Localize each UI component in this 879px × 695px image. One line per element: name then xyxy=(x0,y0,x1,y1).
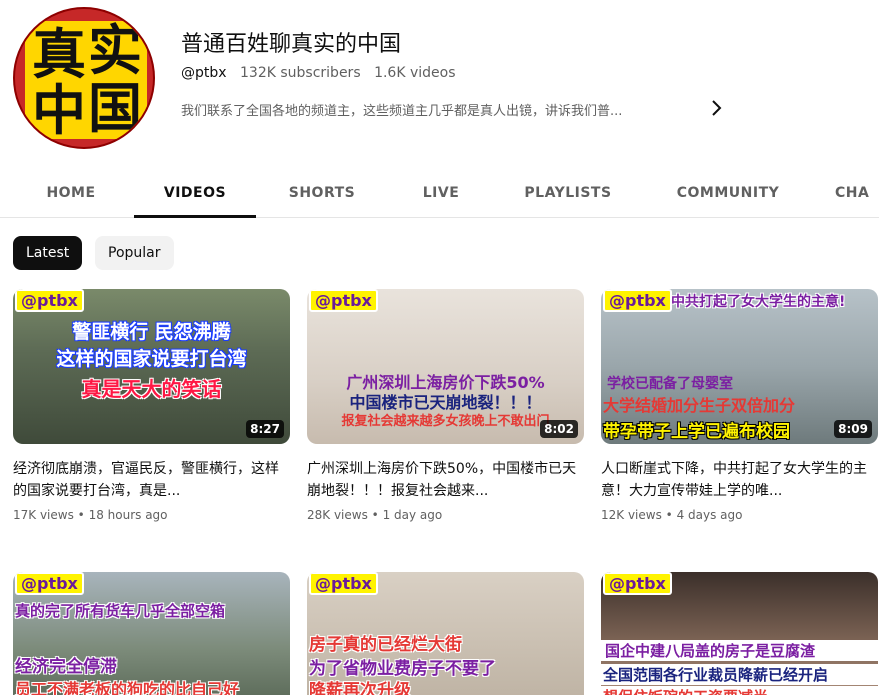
video-stats: 28K views • 1 day ago xyxy=(307,508,443,522)
thumbnail-text: 降薪再次升级 xyxy=(309,681,411,695)
channel-tabs: HOME VIDEOS SHORTS LIVE PLAYLISTS COMMUN… xyxy=(0,168,879,218)
channel-name: 普通百姓聊真实的中国 xyxy=(181,32,402,57)
subscriber-count: 132K subscribers xyxy=(240,65,361,81)
thumbnail-text: 员工不满老板的狗吃的比自己好 xyxy=(15,680,240,695)
video-count: 1.6K videos xyxy=(374,65,456,81)
video-card[interactable]: @ptbx 房子真的已经烂大街 为了省物业费房子不要了 降薪再次升级 xyxy=(307,572,585,695)
tab-shorts[interactable]: SHORTS xyxy=(276,168,368,218)
avatar-char: 真 xyxy=(32,23,86,86)
thumbnail-tag: @ptbx xyxy=(603,289,672,312)
channel-meta: @ptbx 132K subscribers 1.6K videos xyxy=(181,65,465,81)
tab-live[interactable]: LIVE xyxy=(409,168,473,218)
thumbnail-tag: @ptbx xyxy=(15,289,84,312)
thumbnail-text: 学校已配备了母婴室 xyxy=(607,376,733,392)
thumbnail-tag: @ptbx xyxy=(309,289,378,312)
video-thumbnail[interactable]: @ptbx 真的完了所有货车几乎全部空箱 经济完全停滞 员工不满老板的狗吃的比自… xyxy=(13,572,290,695)
view-count: 28K views xyxy=(307,508,368,522)
chip-popular[interactable]: Popular xyxy=(95,236,174,270)
video-title[interactable]: 人口断崖式下降，中共打起了女大学生的主意！大力宣传带娃上学的唯... xyxy=(601,458,879,502)
video-thumbnail[interactable]: @ptbx 中共打起了女大学生的主意! 学校已配备了母婴室 大学结婚加分生子双倍… xyxy=(601,289,878,444)
video-card[interactable]: @ptbx 广州深圳上海房价下跌50% 中国楼市已天崩地裂！！！ 报复社会越来越… xyxy=(307,289,585,522)
tab-playlists[interactable]: PLAYLISTS xyxy=(512,168,624,218)
thumbnail-text: 经济完全停滞 xyxy=(15,657,117,677)
thumbnail-text: 国企中建八局盖的房子是豆腐渣 xyxy=(601,640,878,661)
video-thumbnail[interactable]: @ptbx 广州深圳上海房价下跌50% 中国楼市已天崩地裂！！！ 报复社会越来越… xyxy=(307,289,584,444)
thumbnail-text: 这样的国家说要打台湾 xyxy=(56,348,247,370)
video-thumbnail[interactable]: @ptbx 警匪横行 民怨沸腾 这样的国家说要打台湾 真是天大的笑话 8:27 xyxy=(13,289,290,444)
video-card[interactable]: @ptbx 真的完了所有货车几乎全部空箱 经济完全停滞 员工不满老板的狗吃的比自… xyxy=(13,572,291,695)
upload-age: 1 day ago xyxy=(382,508,443,522)
video-thumbnail[interactable]: @ptbx 房子真的已经烂大街 为了省物业费房子不要了 降薪再次升级 xyxy=(307,572,584,695)
video-card[interactable]: @ptbx 警匪横行 民怨沸腾 这样的国家说要打台湾 真是天大的笑话 8:27 … xyxy=(13,289,291,522)
upload-age: 4 days ago xyxy=(676,508,743,522)
thumbnail-text: 警匪横行 民怨沸腾 xyxy=(72,321,231,343)
tab-community[interactable]: COMMUNITY xyxy=(664,168,792,218)
tab-channels[interactable]: CHA xyxy=(835,168,879,218)
upload-age: 18 hours ago xyxy=(88,508,168,522)
video-duration: 8:09 xyxy=(834,420,872,438)
tab-videos[interactable]: VIDEOS xyxy=(134,168,256,218)
chevron-right-icon[interactable] xyxy=(707,96,727,120)
avatar-char: 国 xyxy=(88,77,142,140)
thumbnail-text: 想保住饭碗的工资要减半 xyxy=(601,686,878,695)
video-duration: 8:02 xyxy=(540,420,578,438)
view-count: 17K views xyxy=(13,508,74,522)
video-stats: 12K views • 4 days ago xyxy=(601,508,743,522)
thumbnail-text: 中共打起了女大学生的主意! xyxy=(671,294,846,310)
video-card[interactable]: @ptbx 国企中建八局盖的房子是豆腐渣 全国范围各行业裁员降薪已经开启 想保住… xyxy=(601,572,879,695)
thumbnail-text: 房子真的已经烂大街 xyxy=(309,635,462,655)
view-count: 12K views xyxy=(601,508,662,522)
thumbnail-text: 全国范围各行业裁员降薪已经开启 xyxy=(601,664,878,685)
thumbnail-tag: @ptbx xyxy=(309,572,378,595)
channel-avatar[interactable]: 真 实 中 国 xyxy=(13,7,155,149)
thumbnail-text: 真的完了所有货车几乎全部空箱 xyxy=(15,602,226,620)
video-title[interactable]: 广州深圳上海房价下跌50%，中国楼市已天崩地裂！！！报复社会越来... xyxy=(307,458,585,502)
video-card[interactable]: @ptbx 中共打起了女大学生的主意! 学校已配备了母婴室 大学结婚加分生子双倍… xyxy=(601,289,879,522)
video-thumbnail[interactable]: @ptbx 国企中建八局盖的房子是豆腐渣 全国范围各行业裁员降薪已经开启 想保住… xyxy=(601,572,878,695)
thumbnail-tag: @ptbx xyxy=(603,572,672,595)
thumbnail-tag: @ptbx xyxy=(15,572,84,595)
tab-home[interactable]: HOME xyxy=(33,168,109,218)
avatar-char: 中 xyxy=(32,79,86,142)
avatar-char: 实 xyxy=(88,19,142,82)
video-title[interactable]: 经济彻底崩溃，官逼民反，警匪横行，这样的国家说要打台湾，真是... xyxy=(13,458,291,502)
video-stats: 17K views • 18 hours ago xyxy=(13,508,168,522)
chip-latest[interactable]: Latest xyxy=(13,236,83,270)
video-duration: 8:27 xyxy=(246,420,284,438)
channel-handle: @ptbx xyxy=(181,65,227,81)
thumbnail-text: 大学结婚加分生子双倍加分 xyxy=(603,396,796,415)
channel-description[interactable]: 我们联系了全国各地的频道主，这些频道主几乎都是真人出镜，讲诉我们普... xyxy=(181,100,696,119)
thumbnail-text: 真是天大的笑话 xyxy=(81,377,222,401)
